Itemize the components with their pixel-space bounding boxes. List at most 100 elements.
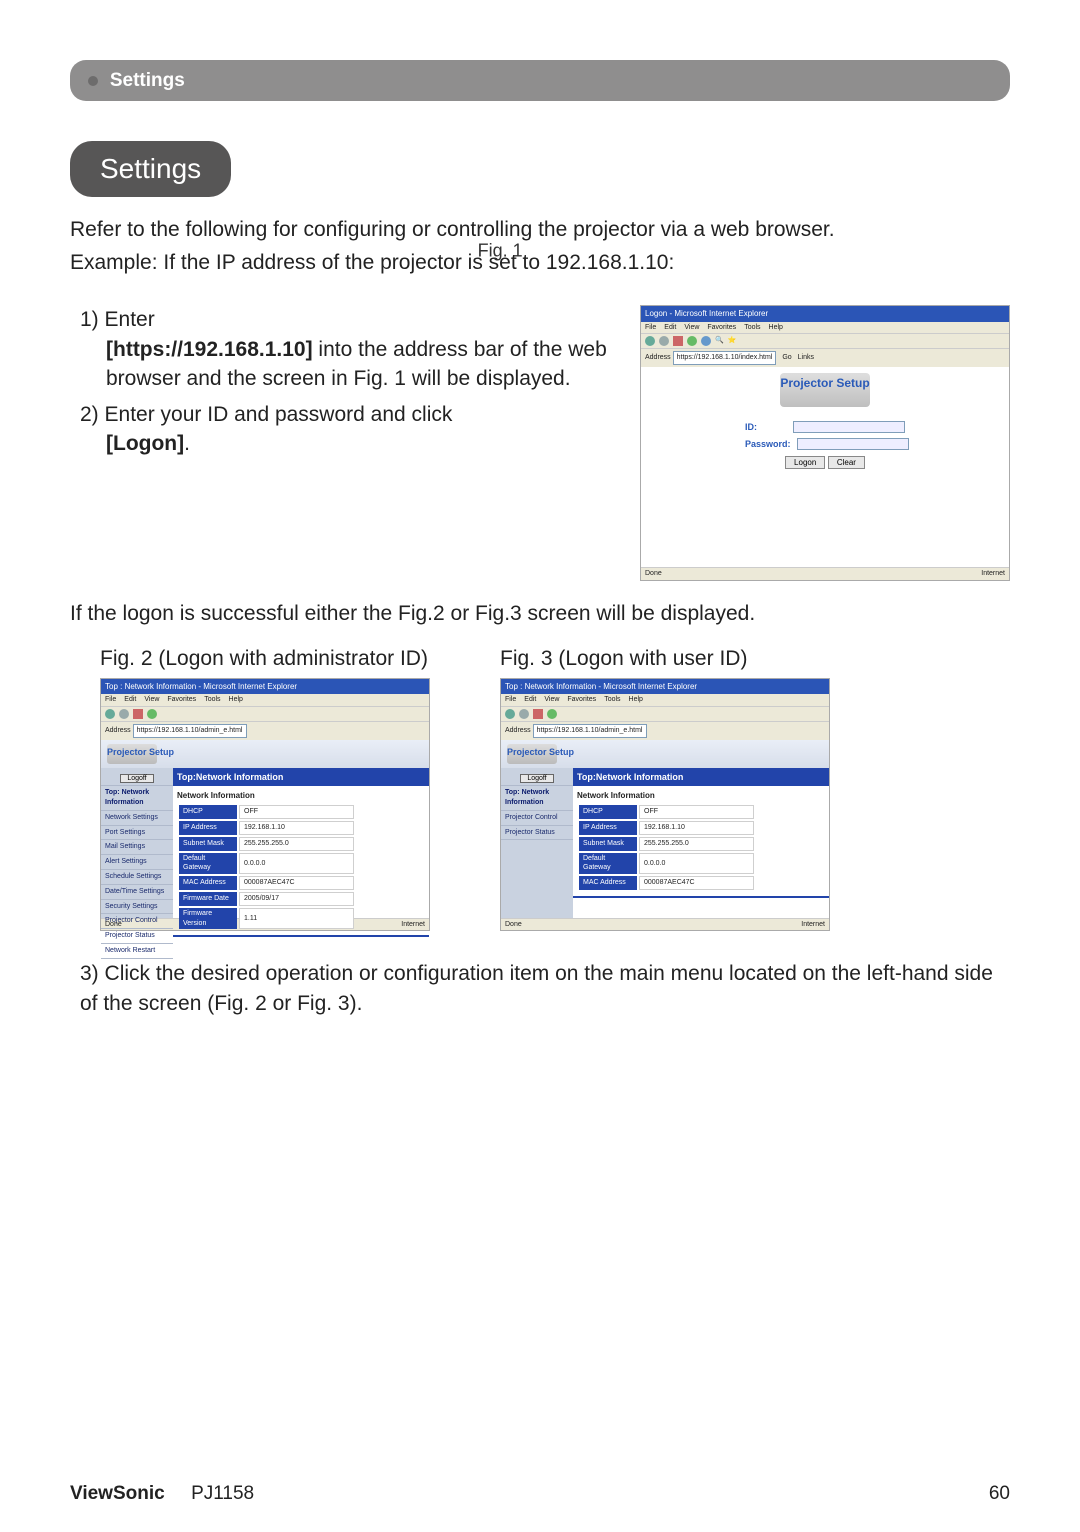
step-2-logon: [Logon] <box>106 432 184 455</box>
fig2-menu-file[interactable]: File <box>105 695 116 705</box>
fig3-menu-fav[interactable]: Favorites <box>567 695 596 705</box>
fig3-menu-tools[interactable]: Tools <box>604 695 620 705</box>
fig2-window-title: Top : Network Information - Microsoft In… <box>101 679 429 694</box>
fig2-status-done: Done <box>105 920 122 930</box>
refresh-icon[interactable] <box>687 336 697 346</box>
fig3-v-mask: 255.255.255.0 <box>639 837 754 851</box>
fig3-sidebar: Logoff Top: Network Information Projecto… <box>501 768 573 918</box>
stop-icon[interactable] <box>673 336 683 346</box>
menu-file[interactable]: File <box>645 323 656 333</box>
step-2: 2) Enter your ID and password and click … <box>80 400 612 459</box>
table-row: IP Address192.168.1.10 <box>579 821 754 835</box>
go-button[interactable]: Go <box>782 354 791 361</box>
fig2-side-mail[interactable]: Mail Settings <box>101 840 173 855</box>
fig3-stop-icon[interactable] <box>533 709 543 719</box>
fig3-v-ip: 192.168.1.10 <box>639 821 754 835</box>
search-icon[interactable]: 🔍 <box>715 336 724 346</box>
fig2-menu-help[interactable]: Help <box>229 695 243 705</box>
menu-edit[interactable]: Edit <box>664 323 676 333</box>
fig3-logoff-button[interactable]: Logoff <box>520 774 553 783</box>
status-done: Done <box>645 569 662 579</box>
fig3-menu-view[interactable]: View <box>544 695 559 705</box>
fig3-projector-setup-label: Projector Setup <box>507 746 574 759</box>
fig3-menubar: File Edit View Favorites Tools Help <box>501 694 829 706</box>
clear-button[interactable]: Clear <box>828 456 865 469</box>
fig3-k-dhcp: DHCP <box>579 805 637 819</box>
fig2-side-port[interactable]: Port Settings <box>101 826 173 841</box>
fig2-k-mac: MAC Address <box>179 876 237 890</box>
fig2-table: DHCPOFF IP Address192.168.1.10 Subnet Ma… <box>177 803 356 931</box>
steps-1-2: 1) Enter [https://192.168.1.10] into the… <box>80 305 612 464</box>
home-icon[interactable] <box>701 336 711 346</box>
step-2-body: Enter your ID and password and click [Lo… <box>80 403 612 459</box>
fig2-side-schedule[interactable]: Schedule Settings <box>101 870 173 885</box>
fig3-menu-file[interactable]: File <box>505 695 516 705</box>
id-input[interactable] <box>793 421 905 433</box>
step-1-num: 1) <box>80 308 99 331</box>
table-row: DHCPOFF <box>579 805 754 819</box>
fig3-side-top[interactable]: Top: Network Information <box>501 786 573 811</box>
fig2-side-restart[interactable]: Network Restart <box>101 944 173 959</box>
fig3-proj-header: Projector Setup <box>501 740 829 768</box>
password-input[interactable] <box>797 438 909 450</box>
address-input[interactable]: https://192.168.1.10/index.html <box>673 351 777 365</box>
fig2-addr-label: Address <box>105 727 131 734</box>
forward-icon[interactable] <box>659 336 669 346</box>
fig2-main-title: Top:Network Information <box>173 768 429 787</box>
fig2-menu-fav[interactable]: Favorites <box>167 695 196 705</box>
fig2-side-datetime[interactable]: Date/Time Settings <box>101 885 173 900</box>
fig3-section-title: Network Information <box>573 786 829 803</box>
fig2-menu-tools[interactable]: Tools <box>204 695 220 705</box>
footer-page: 60 <box>989 1481 1010 1508</box>
fig2-menu-view[interactable]: View <box>144 695 159 705</box>
fig3-menu-help[interactable]: Help <box>629 695 643 705</box>
back-icon[interactable] <box>645 336 655 346</box>
password-label: Password: <box>745 438 791 451</box>
fig2-k-fwdate: Firmware Date <box>179 892 237 906</box>
fig3-k-mask: Subnet Mask <box>579 837 637 851</box>
fig2-refresh-icon[interactable] <box>147 709 157 719</box>
header-bullet-icon <box>88 76 98 86</box>
example-line: Example: If the IP address of the projec… <box>70 251 674 274</box>
fig2-fwd-icon[interactable] <box>119 709 129 719</box>
fig3-screenshot: Top : Network Information - Microsoft In… <box>500 678 830 932</box>
fig3-side-status[interactable]: Projector Status <box>501 826 573 841</box>
menu-tools[interactable]: Tools <box>744 323 760 333</box>
fig3-back-icon[interactable] <box>505 709 515 719</box>
menu-help[interactable]: Help <box>769 323 783 333</box>
fig2-stop-icon[interactable] <box>133 709 143 719</box>
fig2-sidebar: Logoff Top: Network Information Network … <box>101 768 173 918</box>
step-3-num: 3) <box>80 962 99 985</box>
fig1-body: Projector Setup ID: Password: Logon Clea… <box>641 367 1009 567</box>
fig2-side-top[interactable]: Top: Network Information <box>101 786 173 811</box>
mid-text: If the logon is successful either the Fi… <box>70 599 1010 628</box>
fig2-side-status[interactable]: Projector Status <box>101 929 173 944</box>
fig3-status-done: Done <box>505 920 522 930</box>
table-row: DHCPOFF <box>179 805 354 819</box>
example-text: Example: If the IP address of the projec… <box>70 248 1010 277</box>
fig2-side-network[interactable]: Network Settings <box>101 811 173 826</box>
fig2-side-alert[interactable]: Alert Settings <box>101 855 173 870</box>
menu-view[interactable]: View <box>684 323 699 333</box>
fig2-addr-input[interactable]: https://192.168.1.10/admin_e.html <box>133 724 247 738</box>
step-3: 3) Click the desired operation or config… <box>80 959 1010 1018</box>
table-row: Firmware Date2005/09/17 <box>179 892 354 906</box>
fig2-caption: Fig. 2 (Logon with administrator ID) <box>100 644 430 673</box>
address-label: Address <box>645 354 671 361</box>
fig3-fwd-icon[interactable] <box>519 709 529 719</box>
fig3-refresh-icon[interactable] <box>547 709 557 719</box>
fig3-side-control[interactable]: Projector Control <box>501 811 573 826</box>
menu-favorites[interactable]: Favorites <box>707 323 736 333</box>
fig2-side-security[interactable]: Security Settings <box>101 900 173 915</box>
fig2-menu-edit[interactable]: Edit <box>124 695 136 705</box>
fig1-address-bar: Address https://192.168.1.10/index.html … <box>641 348 1009 367</box>
fig3-addr-label: Address <box>505 727 531 734</box>
fig3-menu-edit[interactable]: Edit <box>524 695 536 705</box>
fig3-addr-input[interactable]: https://192.168.1.10/admin_e.html <box>533 724 647 738</box>
fig2-back-icon[interactable] <box>105 709 115 719</box>
logon-button[interactable]: Logon <box>785 456 825 469</box>
fig2-v-ip: 192.168.1.10 <box>239 821 354 835</box>
fig2-logoff-button[interactable]: Logoff <box>120 774 153 783</box>
fig3-status-inet: Internet <box>801 920 825 930</box>
favorites-icon[interactable]: ⭐ <box>728 336 737 346</box>
